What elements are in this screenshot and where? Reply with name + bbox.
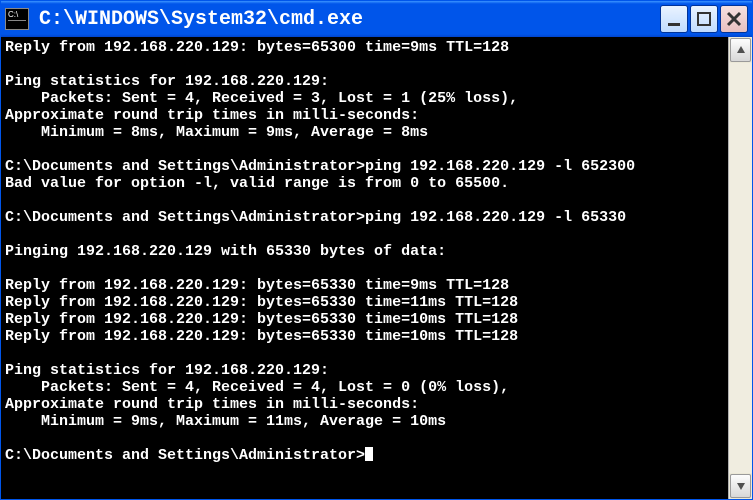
cmd-window: C:\ C:\WINDOWS\System32\cmd.exe Reply fr… — [0, 0, 753, 500]
arrow-up-icon — [736, 45, 746, 55]
terminal-line: Ping statistics for 192.168.220.129: — [5, 73, 724, 90]
terminal-line: Approximate round trip times in milli-se… — [5, 107, 724, 124]
minimize-icon — [666, 11, 682, 27]
terminal-line — [5, 141, 724, 158]
arrow-down-icon — [736, 481, 746, 491]
terminal-prompt[interactable]: C:\Documents and Settings\Administrator> — [5, 447, 724, 464]
terminal-line: C:\Documents and Settings\Administrator>… — [5, 158, 724, 175]
close-button[interactable] — [720, 5, 748, 33]
scroll-track[interactable] — [729, 63, 752, 473]
terminal-line — [5, 226, 724, 243]
terminal-line: Packets: Sent = 4, Received = 4, Lost = … — [5, 379, 724, 396]
window-title: C:\WINDOWS\System32\cmd.exe — [39, 8, 660, 31]
window-controls — [660, 5, 748, 33]
maximize-icon — [696, 11, 712, 27]
terminal-line: Reply from 192.168.220.129: bytes=65330 … — [5, 294, 724, 311]
terminal-line: C:\Documents and Settings\Administrator>… — [5, 209, 724, 226]
terminal-line: Approximate round trip times in milli-se… — [5, 396, 724, 413]
terminal-line: Reply from 192.168.220.129: bytes=65330 … — [5, 277, 724, 294]
terminal-line: Ping statistics for 192.168.220.129: — [5, 362, 724, 379]
minimize-button[interactable] — [660, 5, 688, 33]
scroll-up-button[interactable] — [730, 38, 751, 62]
terminal-line: Reply from 192.168.220.129: bytes=65330 … — [5, 311, 724, 328]
terminal-output[interactable]: Reply from 192.168.220.129: bytes=65300 … — [1, 37, 728, 499]
terminal-line: Minimum = 9ms, Maximum = 11ms, Average =… — [5, 413, 724, 430]
terminal-line — [5, 345, 724, 362]
terminal-line — [5, 192, 724, 209]
terminal-line: Reply from 192.168.220.129: bytes=65330 … — [5, 328, 724, 345]
close-icon — [726, 11, 742, 27]
terminal-line: Packets: Sent = 4, Received = 3, Lost = … — [5, 90, 724, 107]
scrollbar[interactable] — [728, 37, 752, 499]
scroll-down-button[interactable] — [730, 474, 751, 498]
titlebar[interactable]: C:\ C:\WINDOWS\System32\cmd.exe — [1, 1, 752, 37]
terminal-line: Minimum = 8ms, Maximum = 9ms, Average = … — [5, 124, 724, 141]
terminal-line: Bad value for option -l, valid range is … — [5, 175, 724, 192]
maximize-button[interactable] — [690, 5, 718, 33]
terminal-line — [5, 430, 724, 447]
cursor — [365, 447, 373, 461]
terminal-line — [5, 260, 724, 277]
terminal-line: Pinging 192.168.220.129 with 65330 bytes… — [5, 243, 724, 260]
terminal-line — [5, 56, 724, 73]
cmd-icon: C:\ — [5, 8, 29, 30]
terminal-line: Reply from 192.168.220.129: bytes=65300 … — [5, 39, 724, 56]
content-area: Reply from 192.168.220.129: bytes=65300 … — [1, 37, 752, 499]
